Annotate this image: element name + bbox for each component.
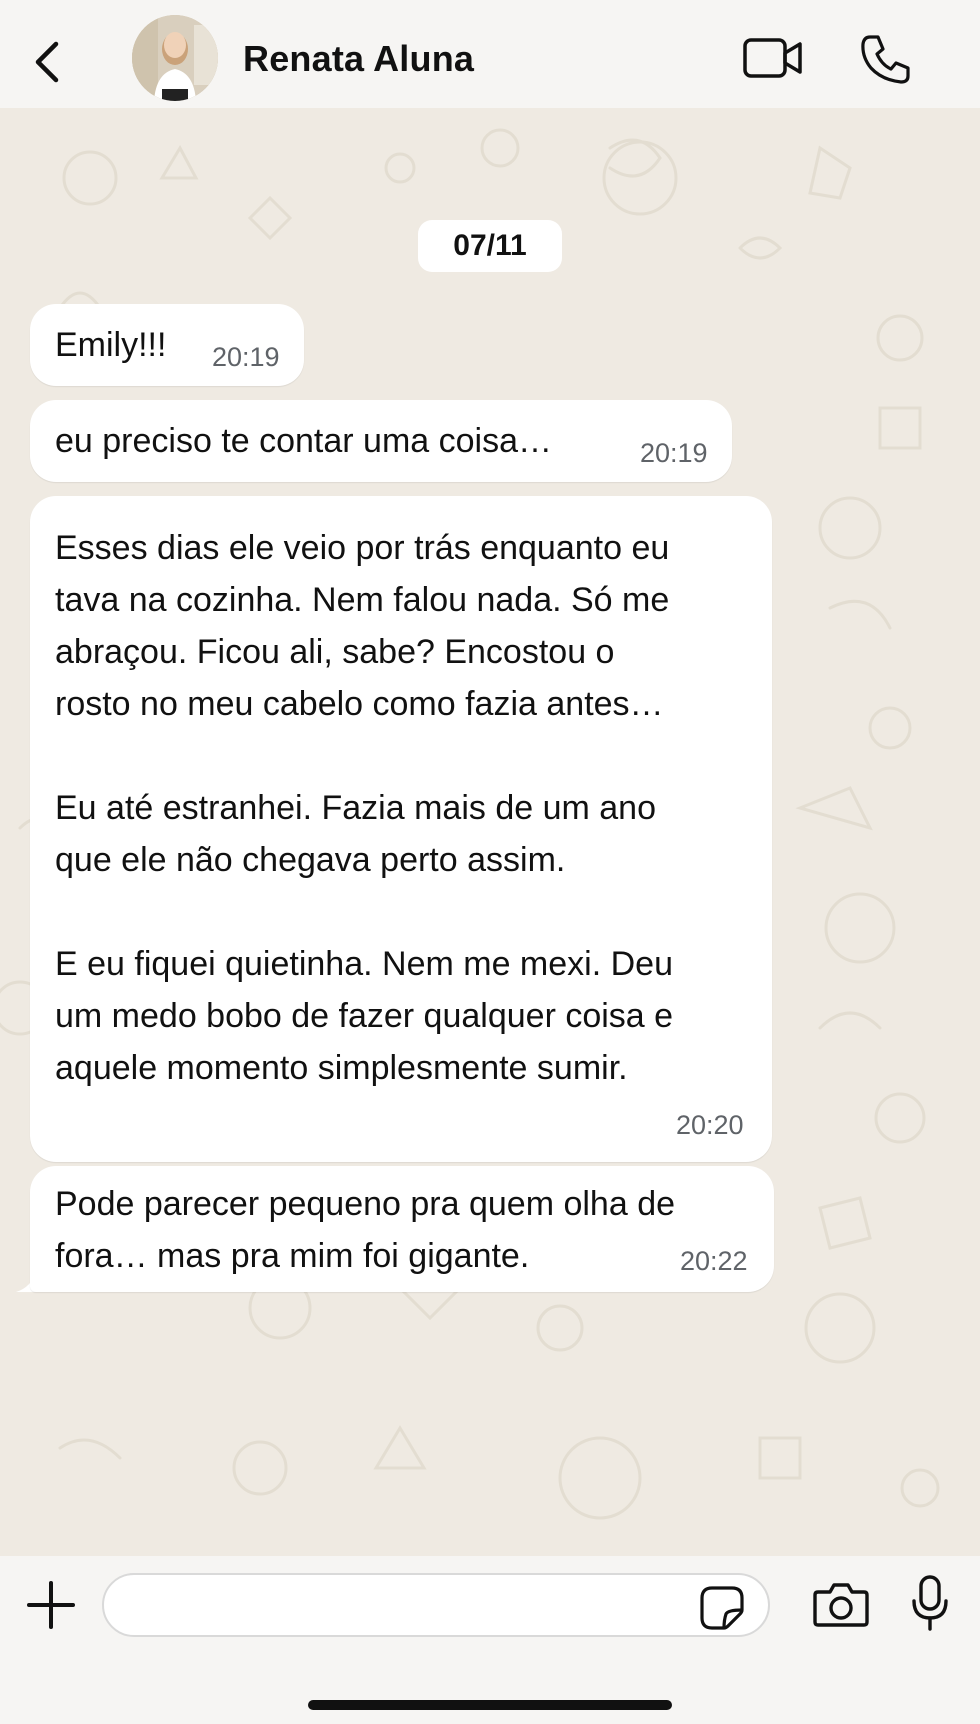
phone-icon[interactable] [858, 32, 912, 86]
avatar[interactable] [132, 15, 218, 101]
chat-area[interactable]: 07/11 Emily!!! 20:19 eu preciso te conta… [0, 108, 980, 1556]
date-separator: 07/11 [418, 220, 562, 272]
message-bubble[interactable]: Emily!!! 20:19 [30, 304, 304, 386]
message-time: 20:19 [640, 438, 708, 468]
message-text: Pode parecer pequeno pra quem olha de fo… [55, 1185, 676, 1275]
message-bubble[interactable]: eu preciso te contar uma coisa… 20:19 [30, 400, 732, 482]
message-time: 20:19 [212, 342, 280, 372]
message-time: 20:22 [680, 1246, 748, 1276]
contact-name[interactable]: Renata Aluna [243, 38, 474, 80]
camera-icon[interactable] [812, 1580, 870, 1628]
sticker-icon[interactable] [698, 1584, 746, 1632]
message-time: 20:20 [676, 1110, 744, 1140]
video-camera-icon[interactable] [742, 36, 804, 80]
message-bubble[interactable]: Esses dias ele veio por trás enquanto eu… [30, 496, 772, 1162]
plus-icon[interactable] [26, 1580, 76, 1630]
avatar-photo [132, 15, 218, 101]
chat-header: Renata Aluna [0, 0, 980, 108]
home-indicator[interactable] [308, 1700, 672, 1710]
message-text: Esses dias ele veio por trás enquanto eu… [55, 529, 674, 1087]
microphone-icon[interactable] [910, 1574, 950, 1632]
message-input[interactable] [128, 1587, 692, 1627]
chevron-left-icon[interactable] [28, 38, 68, 86]
message-text: Emily!!! [55, 326, 167, 364]
message-bubble[interactable]: Pode parecer pequeno pra quem olha de fo… [30, 1166, 774, 1292]
message-input-field[interactable] [102, 1573, 770, 1637]
message-text: eu preciso te contar uma coisa… [55, 422, 553, 460]
